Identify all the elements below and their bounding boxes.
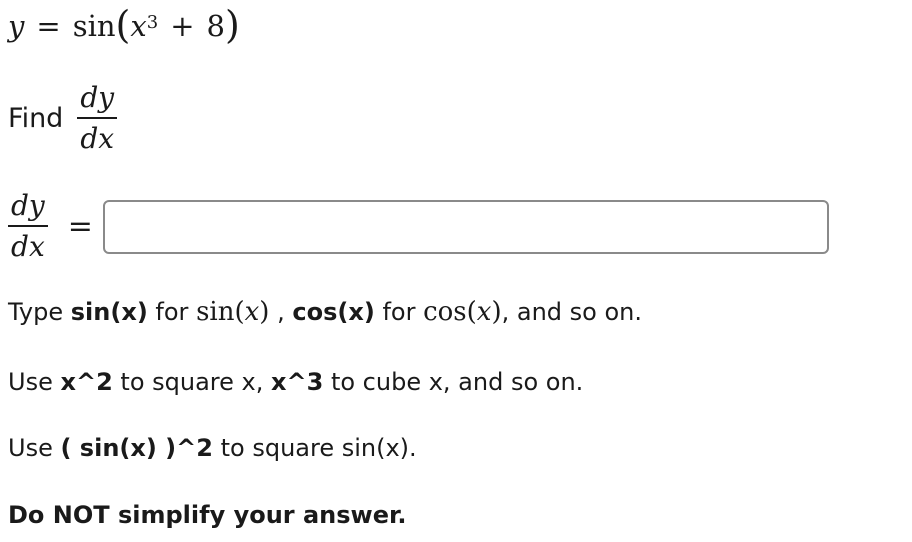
equation-inner-var: x bbox=[130, 9, 147, 43]
fraction-bar bbox=[77, 117, 118, 119]
instruction-no-simplify: Do NOT simplify your answer. bbox=[8, 501, 407, 529]
answer-derivative-fraction: dy dx bbox=[8, 192, 48, 261]
instr1-code-cos: cos(x) bbox=[292, 298, 375, 326]
instr1-math-cos: cos(x) bbox=[423, 297, 502, 327]
instr1-type-word: Type bbox=[8, 298, 64, 326]
equation-exponent: 3 bbox=[146, 11, 159, 33]
find-prompt: Find dy dx bbox=[8, 81, 118, 155]
find-derivative-fraction: dy dx bbox=[77, 81, 118, 155]
find-label: Find bbox=[8, 103, 64, 134]
answer-equals: = bbox=[67, 209, 93, 244]
instr1-code-sin: sin(x) bbox=[70, 298, 148, 326]
fraction-bar bbox=[8, 225, 48, 227]
instr2-code-cube: x^3 bbox=[271, 368, 324, 396]
equation-func: sin bbox=[72, 9, 116, 43]
equation-equals: = bbox=[36, 9, 61, 43]
instr3-code: ( sin(x) )^2 bbox=[60, 434, 213, 462]
equation-close-paren: ) bbox=[224, 3, 240, 47]
answer-numerator: dy bbox=[11, 189, 45, 222]
instr2-code-square: x^2 bbox=[60, 368, 113, 396]
instr2-mid: to square x, bbox=[120, 368, 264, 396]
find-denominator: dx bbox=[80, 122, 115, 155]
instr1-math-sin: sin(x) bbox=[196, 297, 270, 327]
answer-input[interactable] bbox=[102, 199, 829, 254]
instr3-use-word: Use bbox=[8, 434, 53, 462]
instr1-comma: , bbox=[277, 298, 285, 326]
instr1-tail: , and so on. bbox=[501, 298, 643, 326]
instr3-tail: to square sin(x). bbox=[220, 434, 417, 462]
given-equation: y = sin ( x3 + 8 ) bbox=[8, 2, 240, 50]
instruction-line-3: Use ( sin(x) )^2 to square sin(x). bbox=[8, 434, 417, 462]
answer-denominator: dx bbox=[11, 230, 45, 263]
instr2-use-word: Use bbox=[8, 368, 53, 396]
instr1-for-2: for bbox=[382, 298, 416, 326]
instr1-for-1: for bbox=[155, 298, 189, 326]
equation-open-paren: ( bbox=[115, 3, 131, 47]
equation-lhs-var: y bbox=[8, 9, 25, 43]
equation-constant: 8 bbox=[206, 9, 225, 43]
find-numerator: dy bbox=[80, 81, 115, 114]
instruction-line-2: Use x^2 to square x, x^3 to cube x, and … bbox=[8, 368, 583, 396]
answer-row: dy dx = bbox=[8, 192, 829, 261]
instruction-line-1: Type sin(x) for sin(x) , cos(x) for cos(… bbox=[8, 297, 642, 327]
equation-plus: + bbox=[170, 9, 195, 43]
instr2-tail: to cube x, and so on. bbox=[330, 368, 584, 396]
